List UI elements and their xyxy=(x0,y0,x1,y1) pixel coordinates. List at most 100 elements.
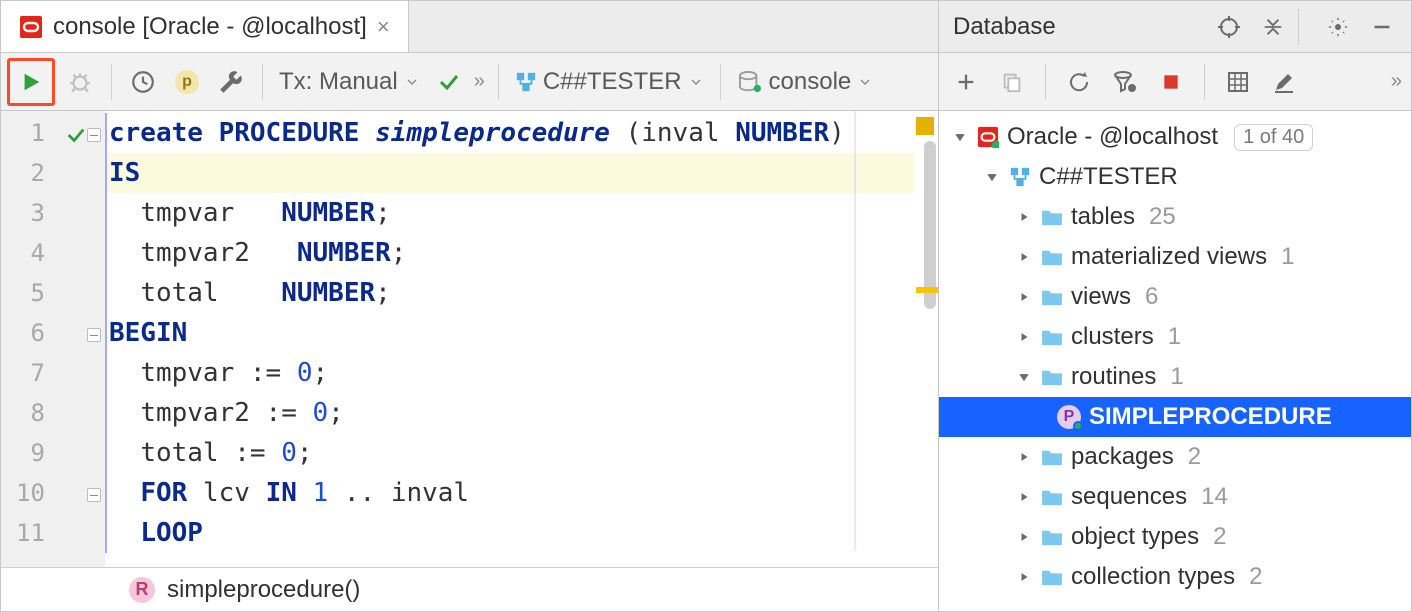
minimize-icon[interactable] xyxy=(1367,12,1397,42)
procedure-badge[interactable]: p xyxy=(168,63,206,101)
code-line[interactable]: BEGIN xyxy=(105,313,914,353)
clock-icon xyxy=(130,69,156,95)
copy-button[interactable] xyxy=(993,63,1031,101)
scroll-thumb[interactable] xyxy=(924,141,936,309)
fold-icon[interactable] xyxy=(87,488,101,502)
oracle-icon xyxy=(19,15,43,39)
edit-button[interactable] xyxy=(1265,63,1303,101)
group-count: 1 xyxy=(1281,243,1294,271)
line-number: 2 xyxy=(1,153,57,193)
check-icon xyxy=(65,124,87,146)
group-label: routines xyxy=(1071,363,1156,391)
code-line[interactable]: IS xyxy=(105,153,914,193)
tree-schema[interactable]: C##TESTER xyxy=(939,157,1411,197)
scrollbar[interactable] xyxy=(914,111,938,567)
code-line[interactable]: LOOP xyxy=(105,513,914,553)
code-line[interactable]: total NUMBER; xyxy=(105,273,914,313)
code-line[interactable]: total := 0; xyxy=(105,433,914,473)
chevron-down-icon xyxy=(857,74,873,90)
code-line[interactable]: tmpvar NUMBER; xyxy=(105,193,914,233)
stop-button[interactable] xyxy=(1152,63,1190,101)
code-line[interactable]: create PROCEDURE simpleprocedure (inval … xyxy=(105,113,914,153)
console-dropdown[interactable]: console xyxy=(733,68,878,96)
procedure-icon: P xyxy=(1057,405,1081,429)
gear-icon[interactable] xyxy=(1323,12,1353,42)
separator xyxy=(1204,64,1205,100)
tree-routine-item[interactable]: P SIMPLEPROCEDURE xyxy=(939,397,1411,437)
expand-icon[interactable] xyxy=(1015,488,1033,506)
line-number: 5 xyxy=(1,273,57,313)
tree-root[interactable]: Oracle - @localhost 1 of 40 xyxy=(939,117,1411,157)
separator xyxy=(720,64,721,100)
code-line[interactable]: tmpvar := 0; xyxy=(105,353,914,393)
gutter-row xyxy=(57,195,105,235)
tree-group[interactable]: tables25 xyxy=(939,197,1411,237)
editor-tab[interactable]: console [Oracle - @localhost] × xyxy=(1,1,409,52)
group-count: 2 xyxy=(1213,523,1226,551)
folder-icon xyxy=(1041,248,1063,266)
gutter-row xyxy=(57,155,105,195)
target-icon[interactable] xyxy=(1214,12,1244,42)
commit-button[interactable] xyxy=(430,63,468,101)
expand-icon[interactable] xyxy=(983,168,1001,186)
expand-icon[interactable] xyxy=(1015,328,1033,346)
database-tree[interactable]: Oracle - @localhost 1 of 40 C##TESTER ta… xyxy=(939,111,1411,611)
code-line[interactable]: tmpvar2 := 0; xyxy=(105,393,914,433)
tree-group[interactable]: clusters1 xyxy=(939,317,1411,357)
expand-icon[interactable] xyxy=(1015,288,1033,306)
overflow-icon[interactable]: » xyxy=(474,70,486,93)
gutter-row xyxy=(57,115,105,155)
schema-label: C##TESTER xyxy=(1039,163,1178,191)
expand-icon[interactable] xyxy=(1015,528,1033,546)
refresh-button[interactable] xyxy=(1060,63,1098,101)
close-icon[interactable]: × xyxy=(377,14,390,40)
filter-icon xyxy=(1113,70,1137,94)
tree-group[interactable]: materialized views1 xyxy=(939,237,1411,277)
line-number: 6 xyxy=(1,313,57,353)
breadcrumb: R simpleprocedure() xyxy=(1,567,938,611)
breadcrumb-routine[interactable]: simpleprocedure() xyxy=(167,576,360,604)
folder-icon xyxy=(1041,328,1063,346)
code-area[interactable]: create PROCEDURE simpleprocedure (inval … xyxy=(105,111,914,567)
filter-button[interactable] xyxy=(1106,63,1144,101)
pencil-icon xyxy=(1272,70,1296,94)
code-line[interactable]: tmpvar2 NUMBER; xyxy=(105,233,914,273)
tree-group-routines[interactable]: routines 1 xyxy=(939,357,1411,397)
debug-button[interactable] xyxy=(61,63,99,101)
folder-icon xyxy=(1041,568,1063,586)
group-count: 2 xyxy=(1249,563,1262,591)
schema-icon xyxy=(1009,166,1031,188)
table-view-button[interactable] xyxy=(1219,63,1257,101)
expand-icon[interactable] xyxy=(1015,568,1033,586)
tree-group[interactable]: object types2 xyxy=(939,517,1411,557)
run-button[interactable] xyxy=(7,58,55,106)
tree-group[interactable]: sequences14 xyxy=(939,477,1411,517)
group-label: collection types xyxy=(1071,563,1235,591)
group-count: 1 xyxy=(1168,323,1181,351)
expand-icon[interactable] xyxy=(951,128,969,146)
settings-button[interactable] xyxy=(212,63,250,101)
fold-icon[interactable] xyxy=(87,328,101,342)
database-panel-header: Database xyxy=(939,1,1411,53)
code-line[interactable]: FOR lcv IN 1 .. inval xyxy=(105,473,914,513)
line-number: 7 xyxy=(1,353,57,393)
fold-icon[interactable] xyxy=(87,128,101,142)
overflow-icon[interactable]: » xyxy=(1391,70,1403,93)
warning-marker[interactable] xyxy=(916,117,934,135)
tx-mode-dropdown[interactable]: Tx: Manual xyxy=(275,68,424,96)
tree-group[interactable]: views6 xyxy=(939,277,1411,317)
tree-group[interactable]: packages2 xyxy=(939,437,1411,477)
expand-icon[interactable] xyxy=(1015,368,1033,386)
collapse-icon[interactable] xyxy=(1258,12,1288,42)
code-editor[interactable]: 1234567891011 create PROCEDURE simplepro… xyxy=(1,111,938,567)
tree-group[interactable]: collection types 2 xyxy=(939,557,1411,597)
expand-icon[interactable] xyxy=(1015,448,1033,466)
add-button[interactable] xyxy=(947,63,985,101)
history-button[interactable] xyxy=(124,63,162,101)
folder-icon xyxy=(1041,448,1063,466)
expand-icon[interactable] xyxy=(1015,208,1033,226)
schema-dropdown[interactable]: C##TESTER xyxy=(511,68,708,96)
group-count: 1 xyxy=(1170,363,1183,391)
refresh-icon xyxy=(1067,70,1091,94)
expand-icon[interactable] xyxy=(1015,248,1033,266)
